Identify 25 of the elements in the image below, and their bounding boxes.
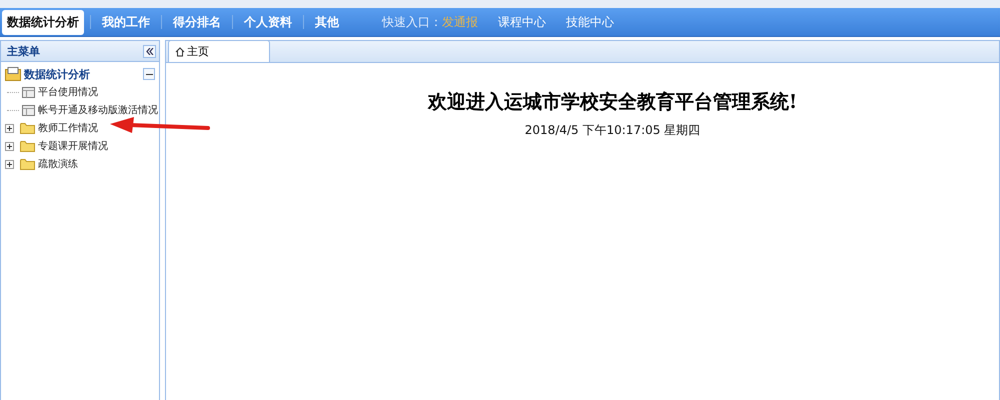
home-icon: [175, 46, 185, 56]
table-icon: [22, 104, 35, 116]
table-icon: [22, 86, 35, 98]
folder-icon: [5, 67, 21, 81]
expand-toggle[interactable]: [5, 142, 14, 150]
tree-item[interactable]: 数据统计分析: [24, 66, 140, 82]
expand-toggle[interactable]: [5, 160, 14, 168]
folder-icon: [20, 140, 35, 152]
home-tab[interactable]: 主页: [168, 40, 270, 62]
double-chevron-icon: [146, 48, 154, 54]
tree-item[interactable]: 疏散演练: [38, 157, 78, 171]
folder-icon: [20, 122, 35, 134]
quick-access-label: 快速入口：: [382, 14, 442, 30]
date-time: 2018/4/5 下午10:17:05 星期四: [524, 122, 702, 139]
welcome-heading: 欢迎进入运城市学校安全教育平台管理系统!: [426, 90, 798, 115]
tree-item[interactable]: 帐号开通及移动版激活情况: [38, 103, 158, 117]
nav-tab[interactable]: 数据统计分析: [2, 10, 84, 34]
collapse-button[interactable]: [143, 44, 156, 58]
sidebar-title: 主菜单: [7, 44, 40, 58]
tree-item[interactable]: 平台使用情况: [38, 85, 98, 99]
collapse-toggle[interactable]: [143, 68, 155, 80]
tree-item[interactable]: 专题课开展情况: [38, 139, 108, 153]
folder-icon: [20, 158, 35, 170]
tree-item[interactable]: 教师工作情况: [38, 121, 98, 135]
expand-toggle[interactable]: [5, 124, 14, 132]
